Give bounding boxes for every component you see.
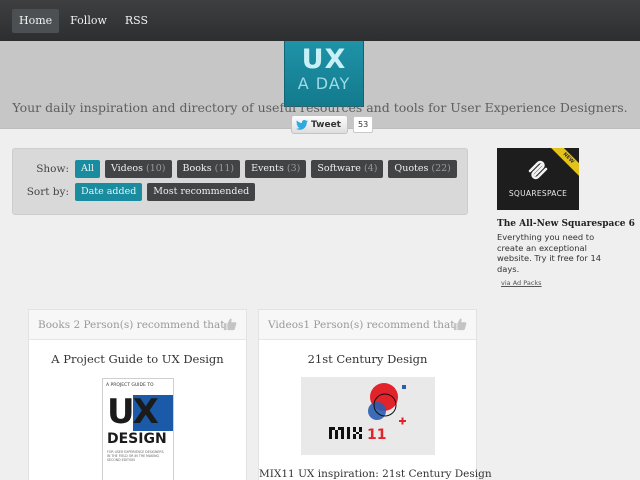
tweet-label: Tweet <box>311 119 341 130</box>
tweet-count: 53 <box>352 116 374 133</box>
site-header: UX A DAY Tweet 53 Your daily inspiration… <box>0 41 640 134</box>
squarespace-logo-icon <box>528 160 548 180</box>
ad-text: Everything you need to create an excepti… <box>497 232 602 274</box>
card-title[interactable]: A Project Guide to UX Design <box>29 352 246 366</box>
site-tagline: Your daily inspiration and directory of … <box>12 100 628 115</box>
ad-via-link[interactable]: via Ad Packs <box>501 279 542 287</box>
book-cover-design: DESIGN <box>107 431 167 447</box>
book-cover-small: FOR USER EXPERIENCE DESIGNERS IN THE FIE… <box>107 450 164 462</box>
tweet-widget: Tweet 53 <box>291 115 374 134</box>
site-logo[interactable]: UX A DAY <box>284 41 364 107</box>
filter-name: All <box>81 163 94 174</box>
sort-label: Sort by: <box>26 186 69 198</box>
filter-name: Quotes <box>394 163 429 174</box>
filter-name: Software <box>317 163 361 174</box>
book-cover-top: A PROJECT GUIDE TO <box>106 383 154 388</box>
filter-count: (22) <box>431 163 451 174</box>
filter-videos-button[interactable]: Videos (10) <box>104 160 172 178</box>
filter-count: (4) <box>363 163 378 174</box>
filter-events-button[interactable]: Events (3) <box>245 160 307 178</box>
card-header-text: Books 2 Person(s) recommend that <box>38 319 225 331</box>
sort-date-added-button[interactable]: Date added <box>75 183 143 201</box>
thumbs-up-icon[interactable] <box>223 317 237 331</box>
ad-title[interactable]: The All-New Squarespace 6 <box>497 219 635 229</box>
thumbs-up-icon[interactable] <box>453 317 467 331</box>
nav-rss-link[interactable]: RSS <box>118 9 155 33</box>
mix11-video-thumbnail[interactable]: 11 <box>301 377 435 455</box>
card-header: Videos1 Person(s) recommend that <box>259 310 476 340</box>
card-caption[interactable]: MIX11 UX inspiration: 21st Century Desig… <box>259 468 492 480</box>
main-nav: Home Follow RSS <box>12 9 155 33</box>
resource-card: Videos1 Person(s) recommend that 21st Ce… <box>258 309 492 480</box>
sort-most-recommended-button[interactable]: Most recommended <box>147 183 256 201</box>
filter-count: (10) <box>146 163 166 174</box>
filter-name: Events <box>251 163 284 174</box>
filter-quotes-button[interactable]: Quotes (22) <box>388 160 457 178</box>
filter-name: Books <box>182 163 212 174</box>
book-cover-image[interactable]: A PROJECT GUIDE TO UX DESIGN FOR USER EX… <box>102 378 174 480</box>
sort-row: Sort by: Date added Most recommended <box>13 183 260 201</box>
mix11-logo-graphic: 11 <box>329 383 406 443</box>
show-filter-row: Show: All Videos (10) Books (11) Events … <box>13 160 462 178</box>
nav-home-link[interactable]: Home <box>12 9 60 33</box>
book-cover-ux: UX <box>107 392 159 432</box>
svg-text:11: 11 <box>367 427 386 443</box>
new-badge: NEW <box>547 148 579 180</box>
card-header-text: Videos1 Person(s) recommend that <box>268 319 455 331</box>
filter-all-button[interactable]: All <box>75 160 100 178</box>
filter-panel: Show: All Videos (10) Books (11) Events … <box>12 148 468 215</box>
card-title[interactable]: 21st Century Design <box>259 352 476 366</box>
filter-books-button[interactable]: Books (11) <box>176 160 241 178</box>
ad-banner-image[interactable]: NEW SQUARESPACE <box>497 148 579 210</box>
filter-count: (11) <box>214 163 235 174</box>
resource-card: Books 2 Person(s) recommend that A Proje… <box>28 309 247 480</box>
top-bar: Home Follow RSS <box>0 0 640 41</box>
tweet-button[interactable]: Tweet <box>291 115 348 134</box>
filter-software-button[interactable]: Software (4) <box>311 160 384 178</box>
filter-name: Videos <box>110 163 143 174</box>
logo-line-2: A DAY <box>297 74 351 93</box>
filter-count: (3) <box>286 163 301 174</box>
twitter-bird-icon <box>296 119 308 130</box>
logo-line-1: UX <box>301 44 347 75</box>
nav-follow-link[interactable]: Follow <box>63 9 114 33</box>
card-header: Books 2 Person(s) recommend that <box>29 310 246 340</box>
ad-brand: SQUARESPACE <box>508 189 568 198</box>
show-label: Show: <box>36 163 69 175</box>
